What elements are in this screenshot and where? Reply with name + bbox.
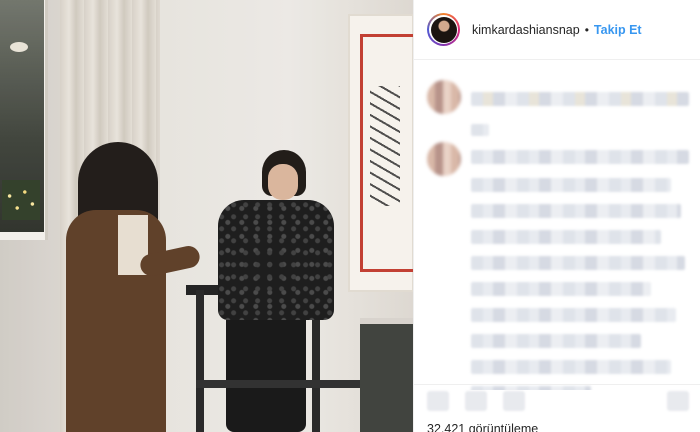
blurred-comment-text bbox=[471, 150, 689, 164]
view-count: 32.421 görüntüleme bbox=[427, 422, 539, 432]
comment-icon[interactable] bbox=[465, 391, 487, 411]
follow-button[interactable]: Takip Et bbox=[594, 23, 642, 37]
username-link[interactable]: kimkardashiansnap bbox=[472, 23, 580, 37]
like-icon[interactable] bbox=[427, 391, 449, 411]
blurred-comment-text bbox=[471, 92, 689, 106]
post-footer: 32.421 görüntüleme bbox=[414, 384, 700, 432]
action-bar bbox=[427, 391, 689, 413]
avatar[interactable] bbox=[427, 13, 460, 46]
comment-list bbox=[414, 60, 700, 390]
separator-dot: • bbox=[584, 22, 589, 37]
commenter-avatar[interactable] bbox=[427, 80, 461, 114]
avatar-icon bbox=[430, 16, 457, 43]
commenter-avatar[interactable] bbox=[427, 142, 461, 176]
post-header: kimkardashiansnap • Takip Et bbox=[414, 0, 700, 60]
blurred-comment-meta bbox=[471, 124, 489, 136]
post-sidebar: kimkardashiansnap • Takip Et 32.421 görü… bbox=[413, 0, 700, 432]
post-video[interactable] bbox=[0, 0, 413, 432]
share-icon[interactable] bbox=[503, 391, 525, 411]
bookmark-icon[interactable] bbox=[667, 391, 689, 411]
